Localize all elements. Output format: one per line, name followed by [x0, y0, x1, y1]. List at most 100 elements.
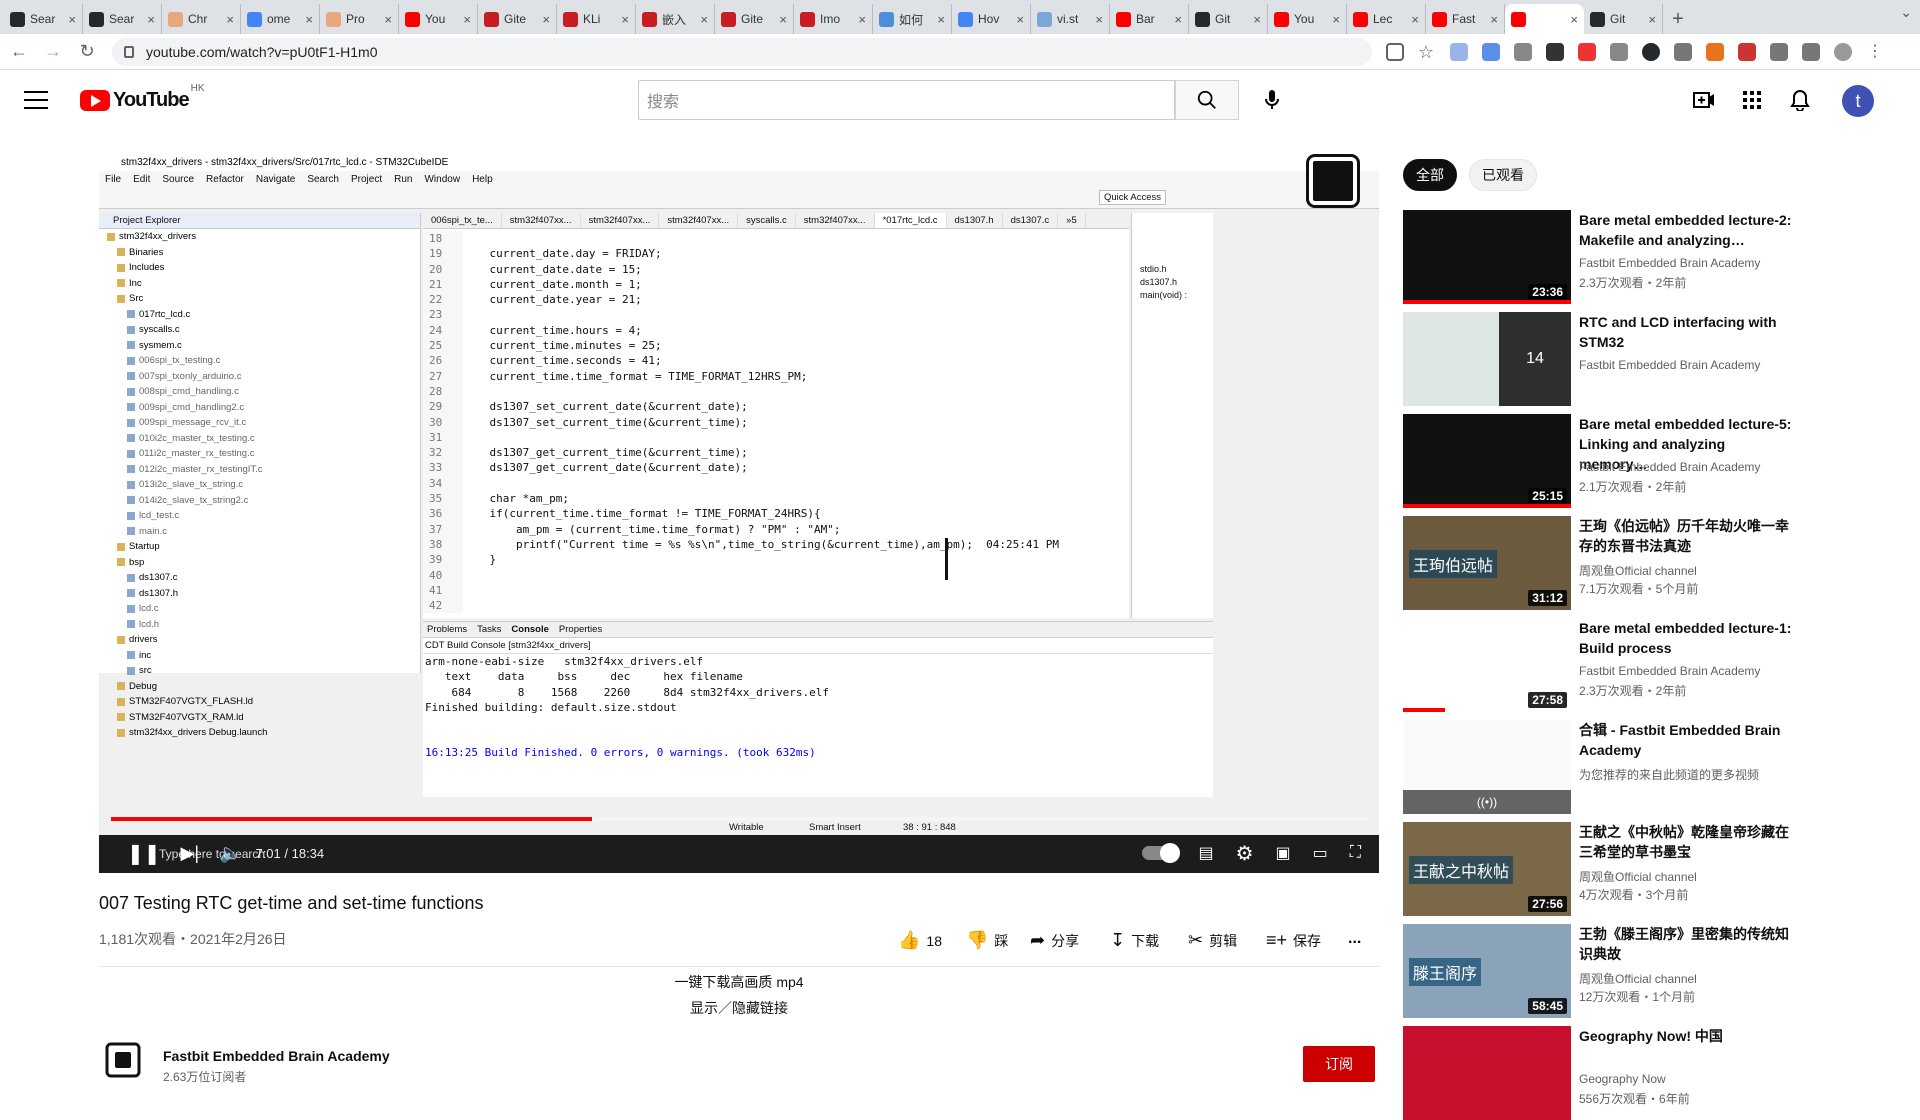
menu-dots-icon[interactable]: ⋮ [1866, 43, 1884, 61]
recommendation-channel[interactable]: 为您推荐的来自此频道的更多视频 [1579, 766, 1759, 783]
browser-tab[interactable]: 嵌入 × [636, 4, 715, 34]
video-thumbnail[interactable]: 滕王阁序 58:45 [1403, 924, 1571, 1018]
tab-close-icon[interactable]: × [463, 12, 471, 27]
theater-mode-icon[interactable]: ▭ [1313, 843, 1328, 863]
tab-close-icon[interactable]: × [305, 12, 313, 27]
recommendation-title[interactable]: 王献之《中秋帖》乾隆皇帝珍藏在三希堂的草书墨宝 [1579, 822, 1795, 862]
window-controls[interactable]: ⌄ [1900, 4, 1912, 21]
browser-tab[interactable]: vi.st × [1031, 4, 1110, 34]
subtitles-icon[interactable]: ▤ [1198, 843, 1213, 863]
tab-close-icon[interactable]: × [1174, 12, 1182, 27]
tab-close-icon[interactable]: × [147, 12, 155, 27]
fullscreen-icon[interactable]: ⛶ [1350, 844, 1361, 862]
browser-tab[interactable]: Gite × [478, 4, 557, 34]
new-tab-button[interactable]: + [1663, 4, 1693, 34]
reload-icon[interactable]: ↻ [72, 37, 102, 67]
recommendation-item[interactable]: 14 RTC and LCD interfacing with STM32 Fast… [1403, 312, 1903, 406]
browser-tab[interactable]: Git × [1584, 4, 1663, 34]
extensions-puzzle-icon[interactable] [1770, 42, 1788, 61]
recommendation-channel[interactable]: 周观鱼Official channel [1579, 868, 1697, 885]
browser-tab[interactable]: Pro × [320, 4, 399, 34]
forward-icon[interactable]: → [38, 37, 68, 67]
create-video-icon[interactable] [1692, 88, 1716, 112]
recommendation-item[interactable]: 王珣伯远帖 31:12 王珣《伯远帖》历千年劫火唯一幸存的东晋书法真迹 周观鱼Offi… [1403, 516, 1903, 610]
back-icon[interactable]: ← [4, 37, 34, 67]
recommendation-title[interactable]: 合辑 - Fastbit Embedded Brain Academy [1579, 720, 1795, 760]
extension-download-icon[interactable] [1674, 42, 1692, 61]
browser-tab[interactable]: Chr × [162, 4, 241, 34]
tab-close-icon[interactable]: × [1570, 12, 1578, 27]
browser-tab[interactable]: 如何 × [873, 4, 952, 34]
video-player[interactable]: stm32f4xx_drivers - stm32f4xx_drivers/Sr… [99, 153, 1379, 873]
install-icon[interactable] [1386, 42, 1404, 61]
extension-red-icon[interactable] [1578, 42, 1596, 61]
pause-icon[interactable]: ❚❚ [127, 841, 161, 866]
reading-list-icon[interactable] [1802, 42, 1820, 61]
video-thumbnail[interactable]: 27:58 [1403, 618, 1571, 712]
filter-chip[interactable]: 已观看 [1469, 159, 1537, 191]
browser-tab[interactable]: Sear × [4, 4, 83, 34]
tab-close-icon[interactable]: × [68, 12, 76, 27]
download-button[interactable]: ↧ 下载 [1110, 930, 1159, 951]
search-input[interactable]: 搜索 [638, 80, 1175, 120]
channel-avatar[interactable] [99, 1040, 147, 1080]
browser-tab[interactable]: You × [1268, 4, 1347, 34]
browser-tab[interactable]: Bar × [1110, 4, 1189, 34]
dislike-button[interactable]: 👎 踩 [966, 930, 1008, 951]
browser-tab[interactable]: Gite × [715, 4, 794, 34]
tab-close-icon[interactable]: × [1490, 12, 1498, 27]
tab-close-icon[interactable]: × [937, 12, 945, 27]
tab-close-icon[interactable]: × [384, 12, 392, 27]
search-button[interactable] [1175, 80, 1239, 120]
browser-tab[interactable]: KLi × [557, 4, 636, 34]
extension-badge-icon[interactable] [1546, 42, 1564, 61]
tab-close-icon[interactable]: × [1016, 12, 1024, 27]
browser-tab[interactable]: You × [399, 4, 478, 34]
channel-name[interactable]: Fastbit Embedded Brain Academy [163, 1048, 390, 1064]
next-icon[interactable]: ▶| [181, 843, 200, 864]
browser-tab[interactable]: Hov × [952, 4, 1031, 34]
video-thumbnail[interactable]: 王献之中秋帖 27:56 [1403, 822, 1571, 916]
video-thumbnail[interactable]: 王珣伯远帖 31:12 [1403, 516, 1571, 610]
settings-gear-icon[interactable]: ⚙ [1236, 841, 1254, 866]
recommendation-title[interactable]: Geography Now! 中国 [1579, 1026, 1795, 1046]
extension-gear-icon[interactable] [1514, 42, 1532, 61]
youtube-logo[interactable]: YouTube HK [80, 83, 205, 112]
video-thumbnail[interactable] [1403, 1026, 1571, 1120]
video-thumbnail[interactable]: 14 [1403, 312, 1571, 406]
recommendation-title[interactable]: RTC and LCD interfacing with STM32 [1579, 312, 1795, 352]
filter-chip[interactable]: 全部 [1403, 159, 1457, 191]
recommendation-title[interactable]: Bare metal embedded lecture-1: Build pro… [1579, 618, 1795, 658]
recommendation-item[interactable]: 25:15 Bare metal embedded lecture-5: Link… [1403, 414, 1903, 508]
browser-tab[interactable]: Lec × [1347, 4, 1426, 34]
recommendation-title[interactable]: Bare metal embedded lecture-2: Makefile … [1579, 210, 1795, 250]
address-bar[interactable]: youtube.com/watch?v=pU0tF1-H1m0 [112, 37, 1372, 66]
browser-tab[interactable]: Fast × [1426, 4, 1505, 34]
video-thumbnail[interactable]: ((•)) [1403, 720, 1571, 814]
tab-close-icon[interactable]: × [700, 12, 708, 27]
more-actions-button[interactable]: ... [1348, 930, 1361, 948]
recommendation-channel[interactable]: Fastbit Embedded Brain Academy [1579, 664, 1760, 678]
tab-close-icon[interactable]: × [1095, 12, 1103, 27]
recommendation-title[interactable]: 王勃《滕王阁序》里密集的传统知识典故 [1579, 924, 1795, 964]
recommendation-title[interactable]: 王珣《伯远帖》历千年劫火唯一幸存的东晋书法真迹 [1579, 516, 1795, 556]
tab-close-icon[interactable]: × [1332, 12, 1340, 27]
recommendation-channel[interactable]: 周观鱼Official channel [1579, 970, 1697, 987]
apps-grid-icon[interactable] [1740, 88, 1764, 112]
tab-close-icon[interactable]: × [1411, 12, 1419, 27]
tab-close-icon[interactable]: × [858, 12, 866, 27]
recommendation-item[interactable]: Geography Now! 中国 Geography Now 556万次观看・6年… [1403, 1026, 1903, 1120]
recommendation-channel[interactable]: Fastbit Embedded Brain Academy [1579, 256, 1760, 270]
browser-tab[interactable]: Imo × [794, 4, 873, 34]
notifications-bell-icon[interactable] [1788, 88, 1812, 112]
save-button[interactable]: ≡+ 保存 [1266, 930, 1321, 951]
account-avatar[interactable]: t [1842, 85, 1874, 117]
browser-tab[interactable]: ome × [241, 4, 320, 34]
video-thumbnail[interactable]: 25:15 [1403, 414, 1571, 508]
recommendation-channel[interactable]: Geography Now [1579, 1072, 1666, 1086]
extension-translate-icon[interactable] [1450, 42, 1468, 61]
extension-blue-icon[interactable] [1482, 42, 1500, 61]
recommendation-channel[interactable]: Fastbit Embedded Brain Academy [1579, 460, 1760, 474]
tab-close-icon[interactable]: × [779, 12, 787, 27]
github-icon[interactable] [1642, 42, 1660, 61]
